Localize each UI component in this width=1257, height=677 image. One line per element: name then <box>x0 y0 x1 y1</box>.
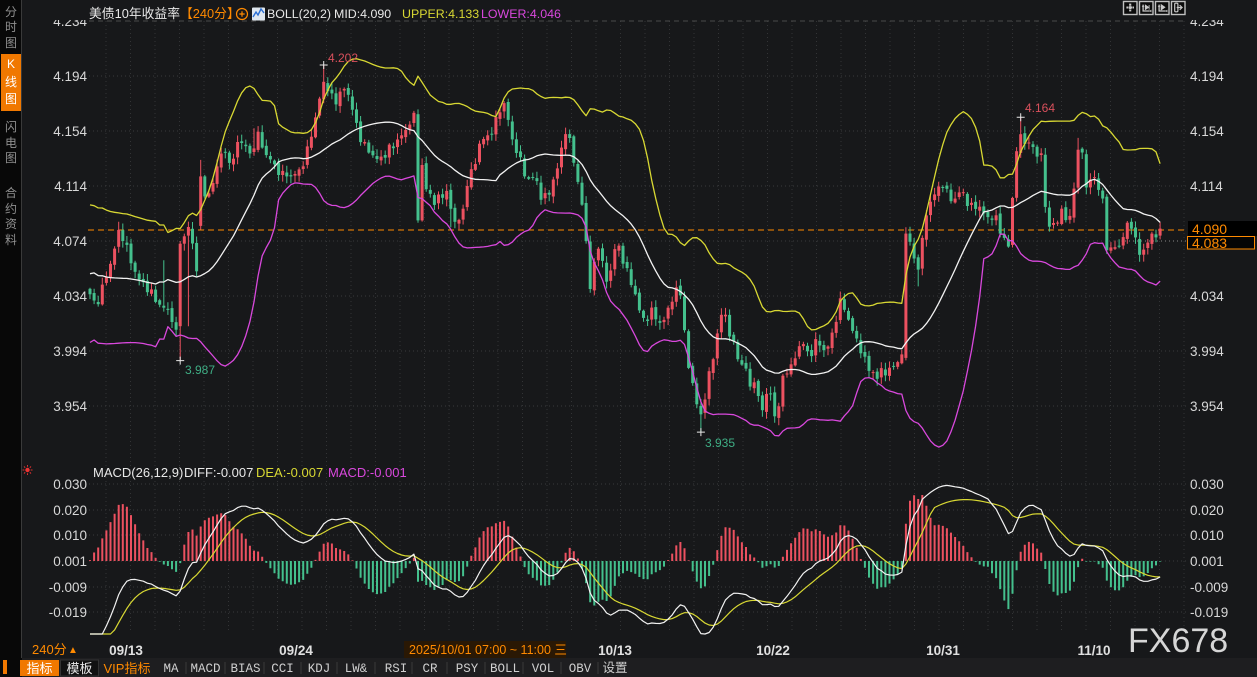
svg-text:KDJ: KDJ <box>308 662 331 676</box>
svg-text:4.154: 4.154 <box>1190 124 1224 139</box>
svg-text:-0.009: -0.009 <box>49 580 87 595</box>
svg-text:CCI: CCI <box>271 662 294 676</box>
svg-text:K: K <box>7 57 15 71</box>
svg-text:3.987: 3.987 <box>185 363 215 377</box>
svg-text:10/13: 10/13 <box>598 643 632 658</box>
svg-text:4.083: 4.083 <box>1192 235 1227 251</box>
svg-text:DIFF:-0.007: DIFF:-0.007 <box>184 465 253 480</box>
svg-text:约: 约 <box>5 201 17 216</box>
svg-text:4.114: 4.114 <box>1190 179 1223 194</box>
svg-text:4.154: 4.154 <box>53 124 87 139</box>
svg-text:3.935: 3.935 <box>705 436 735 450</box>
svg-text:LOWER:4.046: LOWER:4.046 <box>481 7 561 21</box>
svg-text:图: 图 <box>5 92 17 106</box>
svg-text:分: 分 <box>5 5 17 19</box>
svg-text:电: 电 <box>5 136 17 150</box>
svg-text:时: 时 <box>5 20 17 34</box>
svg-text:0.020: 0.020 <box>53 503 87 518</box>
svg-text:PSY: PSY <box>456 662 479 676</box>
svg-text:0.020: 0.020 <box>1190 503 1224 518</box>
svg-text:240分: 240分 <box>32 642 67 657</box>
svg-text:线: 线 <box>5 75 17 89</box>
svg-text:4.194: 4.194 <box>53 69 87 84</box>
svg-text:-0.019: -0.019 <box>1190 605 1228 620</box>
svg-text:-0.009: -0.009 <box>1190 580 1228 595</box>
svg-text:MA: MA <box>163 662 179 676</box>
svg-text:VOL: VOL <box>532 662 555 676</box>
svg-text:CR: CR <box>422 662 438 676</box>
svg-text:MACD(26,12,9): MACD(26,12,9) <box>93 465 183 480</box>
svg-text:4.114: 4.114 <box>54 179 87 194</box>
svg-text:设置: 设置 <box>602 660 627 675</box>
svg-text:图: 图 <box>5 36 17 50</box>
svg-text:-0.019: -0.019 <box>49 605 87 620</box>
svg-text:3.954: 3.954 <box>1190 399 1224 414</box>
svg-text:合: 合 <box>5 185 17 200</box>
svg-text:BIAS: BIAS <box>230 662 260 676</box>
svg-text:DEA:-0.007: DEA:-0.007 <box>256 465 323 480</box>
svg-text:RSI: RSI <box>385 662 408 676</box>
svg-text:图: 图 <box>5 151 17 165</box>
svg-text:FX678: FX678 <box>1128 622 1228 660</box>
svg-text:0.001: 0.001 <box>53 554 87 569</box>
svg-text:4.164: 4.164 <box>1025 101 1055 115</box>
svg-text:0.010: 0.010 <box>1190 528 1224 543</box>
svg-text:BOLL: BOLL <box>490 662 520 676</box>
svg-text:09/24: 09/24 <box>279 643 313 658</box>
svg-text:【240分】: 【240分】 <box>180 6 240 21</box>
svg-text:0.030: 0.030 <box>53 477 87 492</box>
svg-text:4.034: 4.034 <box>53 289 87 304</box>
svg-text:0.030: 0.030 <box>1190 477 1224 492</box>
svg-text:闪: 闪 <box>5 120 17 134</box>
svg-text:0.010: 0.010 <box>53 528 87 543</box>
svg-text:4.202: 4.202 <box>328 51 358 65</box>
svg-text:MACD:-0.001: MACD:-0.001 <box>328 465 407 480</box>
svg-text:MID:4.090: MID:4.090 <box>334 7 391 21</box>
svg-text:4.074: 4.074 <box>53 234 87 249</box>
svg-text:VIP指标: VIP指标 <box>104 661 151 676</box>
svg-text:美债10年收益率: 美债10年收益率 <box>89 6 180 21</box>
svg-text:4.034: 4.034 <box>1190 289 1224 304</box>
svg-text:0.001: 0.001 <box>1190 554 1224 569</box>
svg-text:2025/10/01 07:00 ~ 11:00 三: 2025/10/01 07:00 ~ 11:00 三 <box>409 643 567 657</box>
svg-text:3.954: 3.954 <box>53 399 87 414</box>
svg-text:UPPER:4.133: UPPER:4.133 <box>402 7 479 21</box>
svg-text:11/10: 11/10 <box>1077 643 1110 658</box>
svg-text:10/31: 10/31 <box>926 643 960 658</box>
svg-text:3.994: 3.994 <box>53 344 87 359</box>
svg-text:BOLL(20,2): BOLL(20,2) <box>267 7 331 21</box>
svg-text:资: 资 <box>5 217 17 231</box>
svg-text:MACD: MACD <box>190 662 220 676</box>
svg-text:模板: 模板 <box>66 661 92 676</box>
svg-text:10/22: 10/22 <box>756 643 790 658</box>
svg-text:▲: ▲ <box>68 645 78 656</box>
svg-text:指标: 指标 <box>26 661 52 676</box>
svg-text:料: 料 <box>5 233 17 247</box>
svg-text:09/13: 09/13 <box>109 643 143 658</box>
svg-text:4.194: 4.194 <box>1190 69 1224 84</box>
svg-text:OBV: OBV <box>569 662 592 676</box>
svg-text:LW&: LW& <box>345 662 368 676</box>
svg-text:3.994: 3.994 <box>1190 344 1224 359</box>
